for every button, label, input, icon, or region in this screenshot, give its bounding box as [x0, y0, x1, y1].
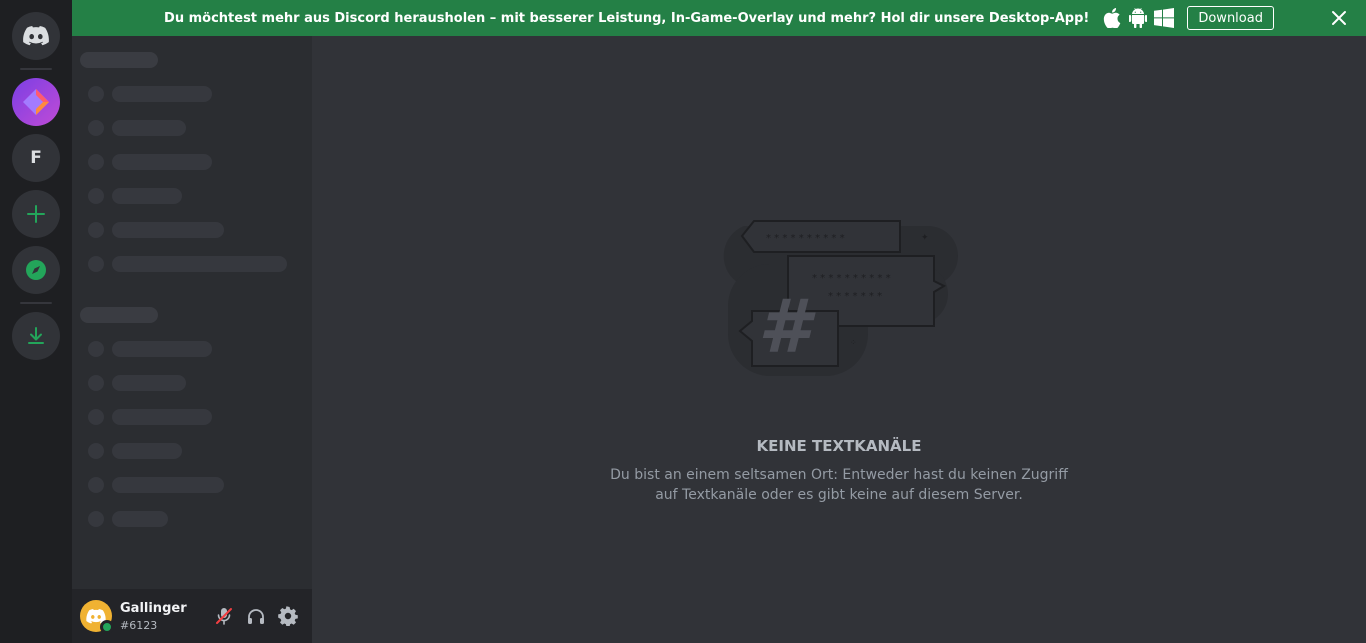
- deafen-button[interactable]: [245, 605, 267, 627]
- empty-state-title: KEINE TEXTKANÄLE: [756, 437, 922, 455]
- home-button[interactable]: [12, 12, 60, 60]
- download-apps-button[interactable]: [12, 312, 60, 360]
- headphones-icon: [248, 609, 264, 624]
- desktop-app-banner: Du möchtest mehr aus Discord herausholen…: [72, 0, 1366, 36]
- android-icon: [1127, 7, 1149, 29]
- microphone-muted-icon: [216, 608, 232, 625]
- channel-sidebar-skeleton: [72, 36, 312, 589]
- empty-state-description-line: Du bist an einem seltsamen Ort: Entweder…: [610, 467, 1068, 483]
- user-panel: Gallinger #6123: [72, 589, 312, 643]
- apple-icon: [1101, 7, 1123, 29]
- svg-text:* * * * * * * * * *: * * * * * * * * * *: [812, 273, 891, 284]
- close-icon: [1332, 11, 1346, 25]
- user-tag: #6123: [120, 619, 158, 632]
- windows-icon: [1153, 7, 1175, 29]
- skeleton-category: [80, 307, 158, 323]
- skeleton-category: [80, 52, 158, 68]
- plus-icon: [27, 205, 45, 223]
- close-banner-button[interactable]: [1330, 9, 1348, 27]
- svg-text:⁘: ⁘: [850, 338, 857, 347]
- svg-text:* * * * * * *: * * * * * * *: [828, 291, 882, 302]
- add-server-button[interactable]: [12, 190, 60, 238]
- gear-icon: [278, 606, 298, 626]
- compass-icon: [26, 260, 46, 280]
- banner-text: Du möchtest mehr aus Discord herausholen…: [164, 10, 1090, 26]
- empty-state-description-line: auf Textkanäle oder es gibt keine auf di…: [655, 487, 1023, 503]
- server-initial: F: [30, 148, 42, 168]
- svg-text:#: #: [758, 284, 816, 370]
- main-content: * * * * * * * * * * ✦ * * * * * * * * * …: [312, 36, 1366, 643]
- user-settings-button[interactable]: [277, 605, 299, 627]
- server-rail: F: [0, 0, 72, 643]
- server-icon-active[interactable]: [12, 78, 60, 126]
- server-logo-icon: [23, 89, 49, 115]
- mute-microphone-button[interactable]: [213, 605, 235, 627]
- svg-text:✦: ✦: [921, 233, 929, 243]
- download-button[interactable]: Download: [1187, 6, 1274, 30]
- rail-separator: [20, 68, 52, 70]
- no-text-channels-illustration: * * * * * * * * * * ✦ * * * * * * * * * …: [723, 220, 958, 376]
- download-icon: [28, 327, 44, 344]
- empty-state-description: Du bist an einem seltsamen Ort: Entweder…: [312, 465, 1366, 505]
- explore-servers-button[interactable]: [12, 246, 60, 294]
- discord-logo-icon: [23, 26, 49, 46]
- server-icon-f[interactable]: F: [12, 134, 60, 182]
- rail-separator: [20, 302, 52, 304]
- svg-text:* * * * * * * * * *: * * * * * * * * * *: [766, 233, 845, 244]
- username: Gallinger: [120, 601, 187, 616]
- discord-app: F Du möchtest mehr aus Discord heraushol…: [0, 0, 1366, 643]
- online-status-indicator: [100, 620, 114, 634]
